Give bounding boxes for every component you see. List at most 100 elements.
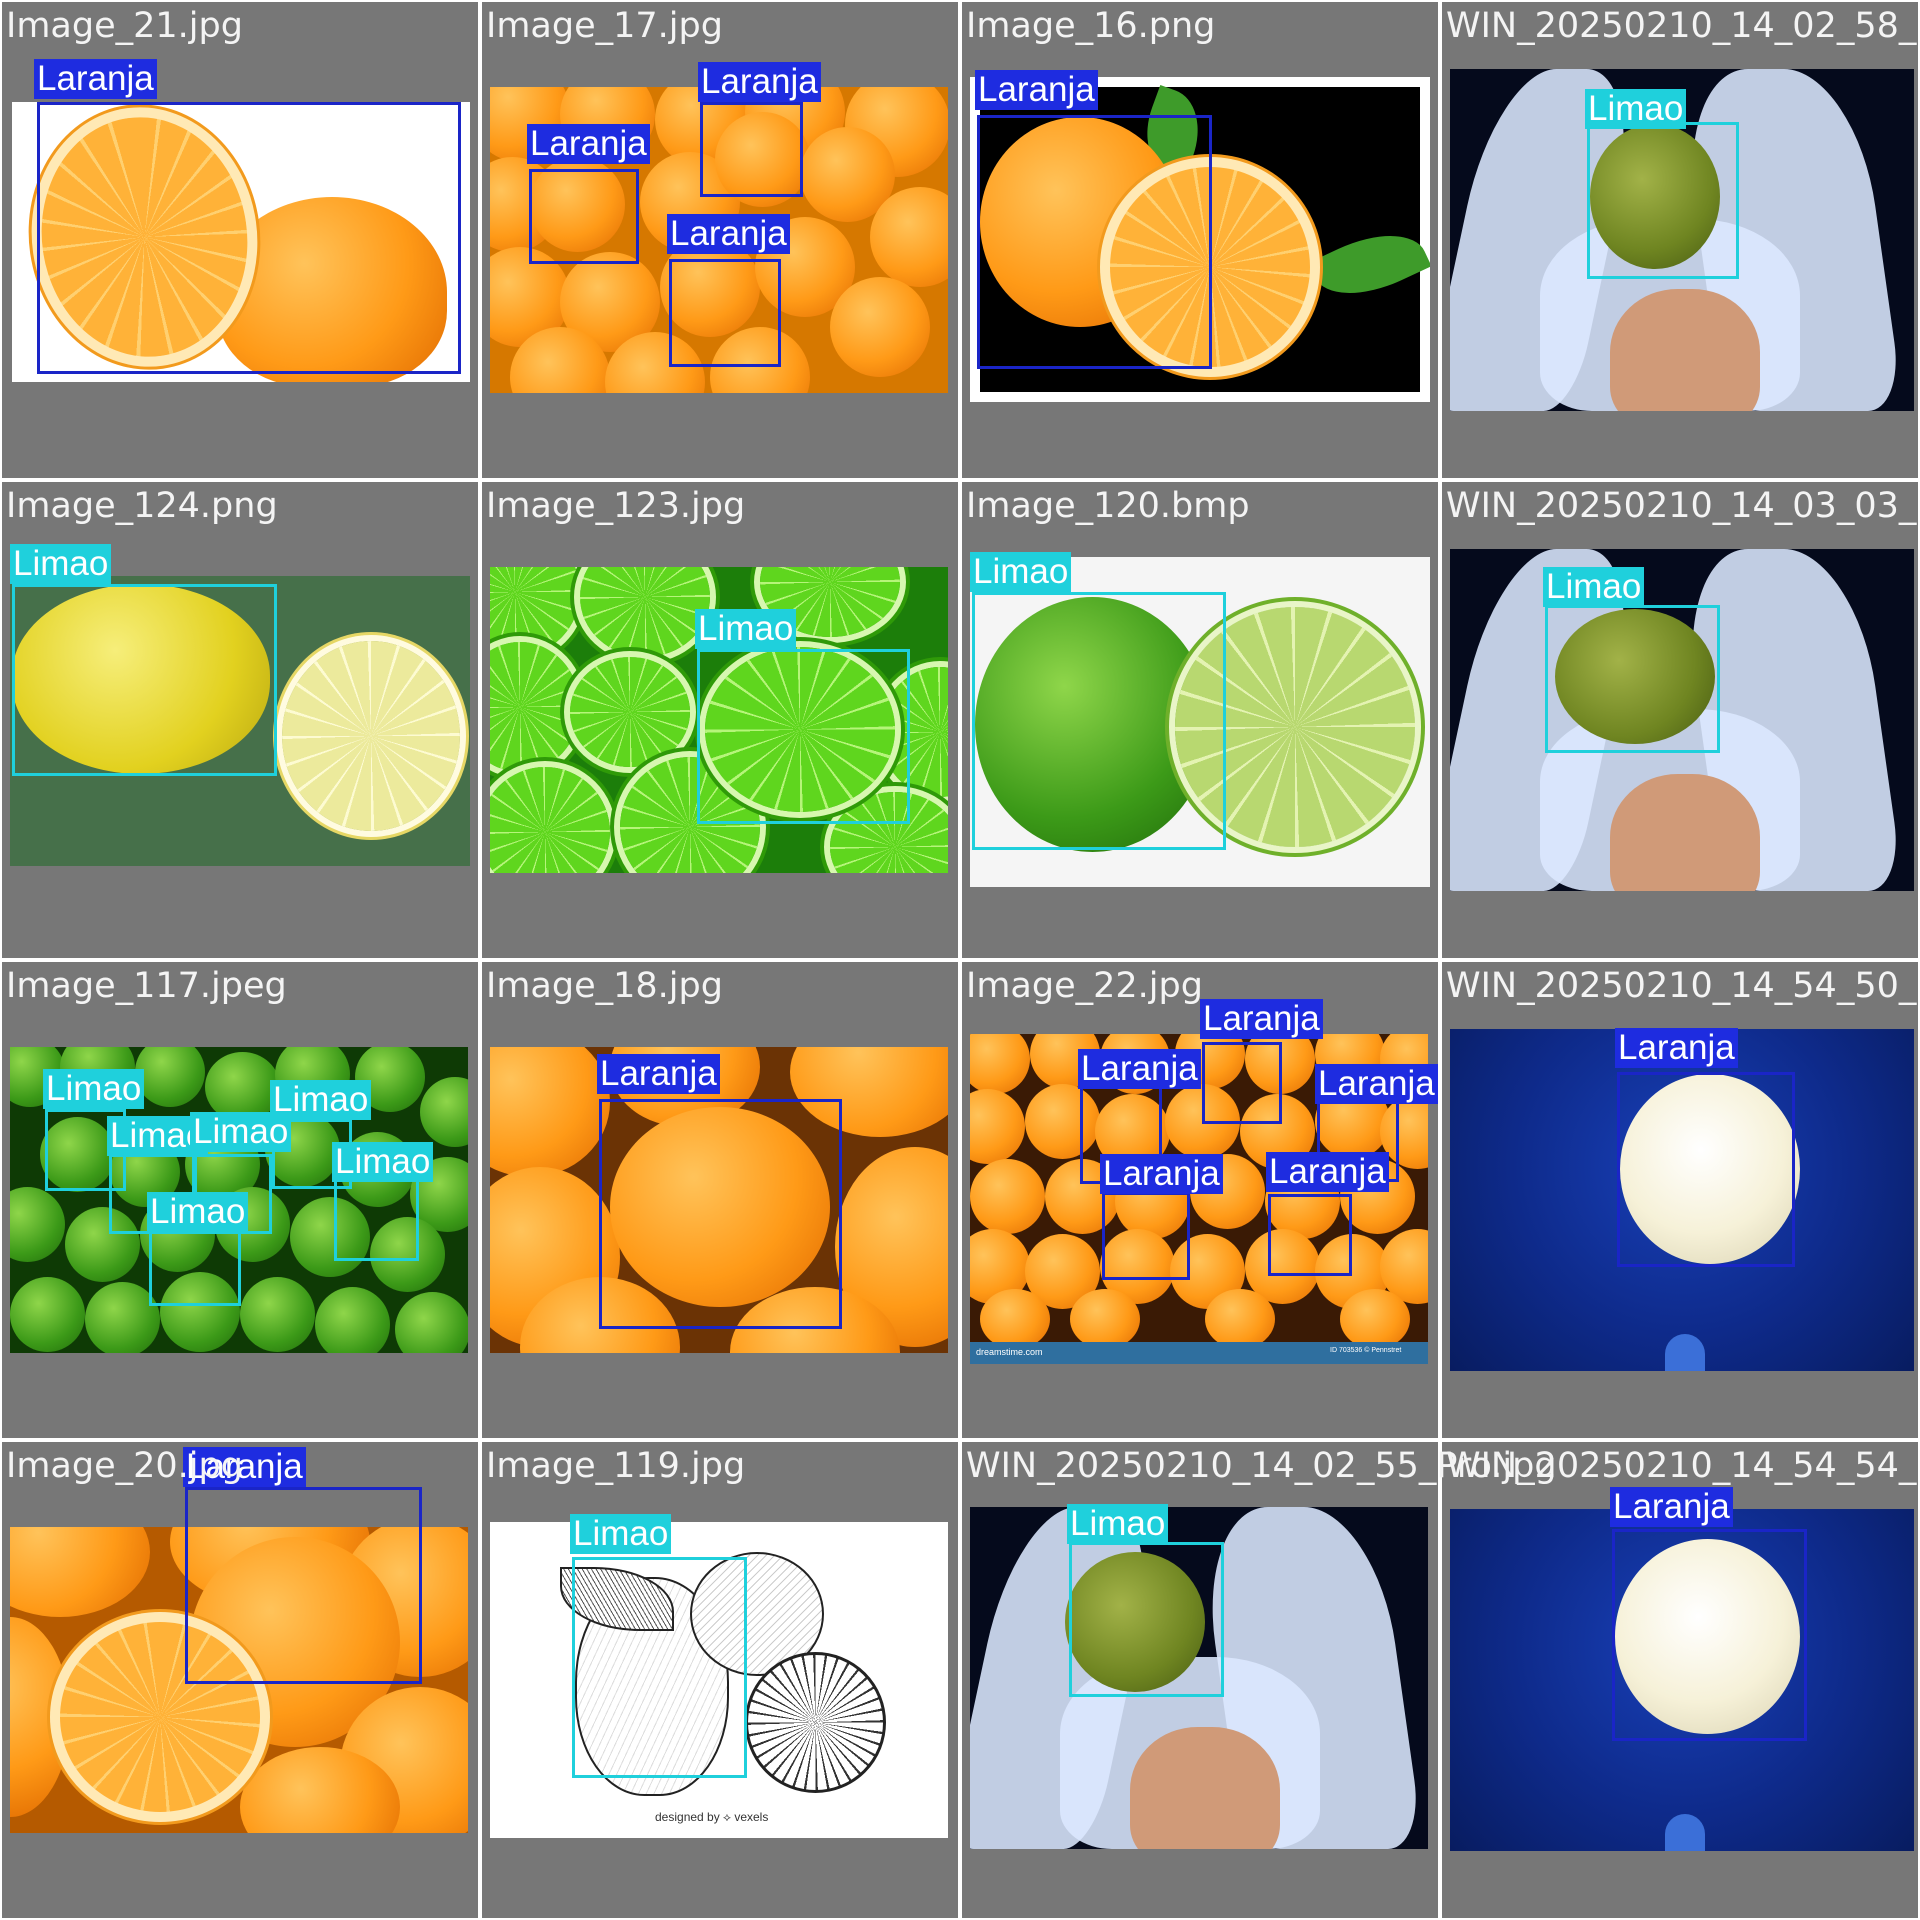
lime: [240, 1277, 315, 1352]
detection-box[interactable]: [700, 102, 803, 197]
tile-image-22[interactable]: Image_22.jpg dreamstime.com ID 703536 © …: [960, 960, 1440, 1440]
detection-label: Limao: [332, 1142, 434, 1182]
tile-image-16[interactable]: Image_16.png Laranja: [960, 0, 1440, 480]
detection-box[interactable]: [1587, 122, 1739, 279]
detection-label: Limao: [570, 1514, 672, 1554]
detection-label: Limao: [270, 1080, 372, 1120]
tile-webcam-14-03-03[interactable]: WIN_20250210_14_03_03_ Limao: [1440, 480, 1920, 960]
lime: [420, 1077, 468, 1147]
detection-box[interactable]: [1069, 1542, 1224, 1697]
tile-webcam-14-54-50[interactable]: WIN_20250210_14_54_50_ Laranja: [1440, 960, 1920, 1440]
lime: [315, 1287, 390, 1353]
detection-box[interactable]: [1612, 1529, 1807, 1741]
detection-box[interactable]: [149, 1229, 241, 1306]
orange: [490, 1047, 610, 1177]
lime-slice: [570, 657, 690, 767]
tile-image-20[interactable]: Image_20.jpg Laranja: [0, 1440, 480, 1920]
tile-image-123[interactable]: Image_123.jpg Limao: [480, 480, 960, 960]
tile-webcam-14-54-54[interactable]: WIN_20250210_14_54_54_ Laranja: [1440, 1440, 1920, 1920]
detection-box[interactable]: [669, 259, 781, 367]
tile-filename: Image_119.jpg: [486, 1446, 746, 1486]
detection-box[interactable]: [12, 584, 277, 776]
detection-label: Laranja: [1078, 1049, 1201, 1089]
lime: [10, 1277, 85, 1352]
prediction-grid: Image_21.jpg Laranja Image_17.jpg Laranj…: [0, 0, 1920, 1920]
hand: [1130, 1727, 1280, 1849]
tile-webcam-14-02-55[interactable]: WIN_20250210_14_02_55_Pro.jpg Limao: [960, 1440, 1557, 1920]
orange: [1340, 1289, 1410, 1349]
detection-box[interactable]: [1268, 1194, 1352, 1276]
detection-box[interactable]: [334, 1179, 419, 1261]
detection-label: Laranja: [1200, 999, 1323, 1039]
detection-label: Limao: [10, 544, 112, 584]
detection-label: Laranja: [698, 62, 821, 102]
lime-slice: [580, 567, 710, 657]
detection-box[interactable]: [1202, 1042, 1282, 1124]
tile-filename: WIN_20250210_14_02_58_: [1446, 6, 1917, 46]
tile-filename: Image_18.jpg: [486, 966, 723, 1006]
orange: [980, 1289, 1050, 1349]
detection-label: Limao: [1543, 567, 1645, 607]
lime-slice: [490, 642, 580, 772]
detection-label: Limao: [1585, 89, 1687, 129]
tile-filename: Image_124.png: [6, 486, 278, 526]
detection-label: Laranja: [1315, 1064, 1438, 1104]
detection-box[interactable]: [529, 169, 639, 264]
orange: [1070, 1289, 1140, 1349]
tile-image-124[interactable]: Image_124.png Limao: [0, 480, 480, 960]
orange: [830, 277, 930, 377]
detection-box[interactable]: [1617, 1072, 1795, 1267]
tile-webcam-14-02-58[interactable]: WIN_20250210_14_02_58_ Limao: [1440, 0, 1920, 480]
watermark-id: ID 703536 © Pennstret: [1330, 1347, 1402, 1354]
detection-box[interactable]: [972, 592, 1226, 850]
detection-box[interactable]: [977, 115, 1212, 369]
detection-label: Limao: [970, 552, 1072, 592]
detection-label: Laranja: [597, 1054, 720, 1094]
tile-filename: Image_123.jpg: [486, 486, 746, 526]
tile-image-117[interactable]: Image_117.jpeg Limao Limao Limao Limao L…: [0, 960, 480, 1440]
watermark-site: dreamstime.com: [976, 1347, 1043, 1357]
tile-image-17[interactable]: Image_17.jpg Laranja Laranja Laranja: [480, 0, 960, 480]
detection-label: Limao: [147, 1192, 249, 1232]
tile-filename: WIN_20250210_14_02_55_Pro.jpg: [966, 1446, 1557, 1486]
tile-filename: WIN_20250210_14_54_50_: [1446, 966, 1917, 1006]
detection-label: Limao: [695, 609, 797, 649]
tile-filename: Image_16.png: [966, 6, 1216, 46]
detection-label: Laranja: [1615, 1028, 1738, 1068]
hand: [1610, 289, 1760, 411]
blue-object: [1665, 1334, 1705, 1371]
lemon-slice-sketch: [745, 1652, 886, 1793]
detection-box[interactable]: [572, 1557, 747, 1778]
detection-label: Laranja: [975, 70, 1098, 110]
blue-object: [1665, 1814, 1705, 1851]
detection-box[interactable]: [599, 1099, 842, 1329]
tile-filename: Image_120.bmp: [966, 486, 1250, 526]
tile-filename: Image_17.jpg: [486, 6, 723, 46]
lime-slice: [490, 767, 610, 873]
tile-image-21[interactable]: Image_21.jpg Laranja: [0, 0, 480, 480]
detection-box[interactable]: [37, 102, 461, 374]
lime: [10, 1187, 65, 1262]
orange: [970, 1089, 1025, 1164]
detection-box[interactable]: [1102, 1192, 1190, 1280]
hand: [1610, 774, 1760, 891]
detection-box[interactable]: [697, 649, 910, 824]
tile-filename: Image_20.jpg: [6, 1446, 243, 1486]
detection-box[interactable]: [1545, 605, 1720, 753]
orange: [1205, 1289, 1275, 1349]
tile-image-18[interactable]: Image_18.jpg Laranja: [480, 960, 960, 1440]
tile-image-120[interactable]: Image_120.bmp Limao: [960, 480, 1440, 960]
designer-credit: designed by ⟡ vexels: [655, 1810, 769, 1824]
detection-label: Limao: [1067, 1504, 1169, 1544]
detection-box[interactable]: [185, 1487, 422, 1684]
tile-filename: Image_22.jpg: [966, 966, 1203, 1006]
tile-filename: Image_21.jpg: [6, 6, 243, 46]
tile-filename: Image_117.jpeg: [6, 966, 287, 1006]
tile-filename: WIN_20250210_14_03_03_: [1446, 486, 1917, 526]
lime: [395, 1292, 468, 1353]
detection-label: Laranja: [1266, 1152, 1389, 1192]
orange: [970, 1159, 1045, 1234]
orange: [10, 1527, 150, 1617]
lime: [135, 1047, 205, 1107]
tile-image-119[interactable]: Image_119.jpg designed by ⟡ vexels Limao: [480, 1440, 960, 1920]
